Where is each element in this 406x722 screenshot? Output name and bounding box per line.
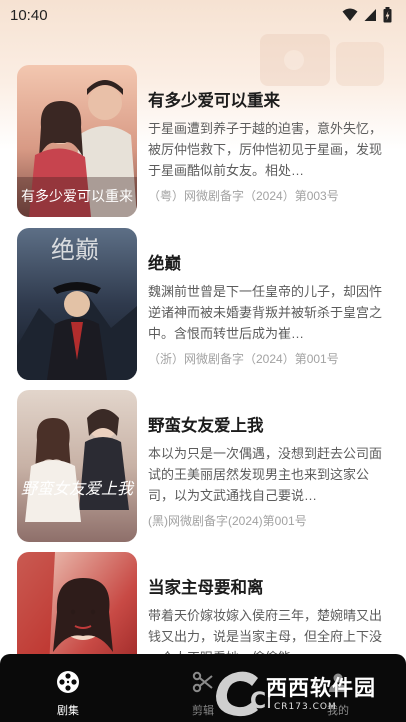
drama-card[interactable]: 有多少爱可以重来 有多少爱可以重来 于星画遭到养子于越的迫害，意外失忆，被厉仲恺… xyxy=(17,65,392,217)
poster-title-text: 有多少爱可以重来 xyxy=(21,188,133,205)
drama-card[interactable]: 绝巅 绝巅 魏渊前世曾是下一任皇帝的儿子，却因忤逆诸神而被未婚妻背叛并被斩杀于皇… xyxy=(17,228,392,380)
watermark-url: CR173.COM xyxy=(274,702,337,712)
drama-description: 带着天价嫁妆嫁入侯府三年，楚婉晴又出钱又出力，说是当家主母，但全府上下没一个人正… xyxy=(148,608,383,654)
drama-description: 于星画遭到养子于越的迫害，意外失忆，被厉仲恺救下，厉仲恺初见于星画，发现于星画酷… xyxy=(148,121,383,178)
nav-item-drama[interactable]: 剧集 xyxy=(28,654,108,722)
poster-image-icon: 绝巅 xyxy=(17,228,137,380)
drama-title[interactable]: 野蛮女友爱上我 xyxy=(148,412,388,436)
watermark-logo-icon: Cr xyxy=(216,671,270,717)
drama-poster[interactable]: 绝巅 xyxy=(17,228,137,380)
drama-license: （浙）网微剧备字（2024）第001号 xyxy=(148,352,339,366)
drama-card[interactable]: 野蛮女友爱上我 野蛮女友爱上我 本以为只是一次偶遇，没想到赶去公司面试的王美丽居… xyxy=(17,390,392,542)
drama-poster[interactable]: 有多少爱可以重来 xyxy=(17,65,137,217)
poster-title-text: 野蛮女友爱上我 xyxy=(21,479,135,498)
drama-title[interactable]: 当家主母要和离 xyxy=(148,574,388,598)
drama-poster[interactable]: 野蛮女友爱上我 xyxy=(17,390,137,542)
drama-info: 当家主母要和离 带着天价嫁妆嫁入侯府三年，楚婉晴又出钱又出力，说是当家主母，但全… xyxy=(148,552,388,654)
drama-title[interactable]: 绝巅 xyxy=(148,250,388,274)
drama-title[interactable]: 有多少爱可以重来 xyxy=(148,87,388,111)
drama-info: 有多少爱可以重来 于星画遭到养子于越的迫害，意外失忆，被厉仲恺救下，厉仲恺初见于… xyxy=(148,65,388,204)
drama-poster[interactable] xyxy=(17,552,137,654)
drama-card[interactable]: 当家主母要和离 带着天价嫁妆嫁入侯府三年，楚婉晴又出钱又出力，说是当家主母，但全… xyxy=(17,552,392,654)
drama-license: （粤）网微剧备字（2024）第003号 xyxy=(148,189,339,203)
poster-image-icon xyxy=(17,552,137,654)
watermark-brand: 西西软件园 xyxy=(266,676,376,700)
nav-label: 剧集 xyxy=(57,705,79,717)
drama-info: 绝巅 魏渊前世曾是下一任皇帝的儿子，却因忤逆诸神而被未婚妻背叛并被斩杀于皇宫之中… xyxy=(148,228,388,367)
drama-description: 魏渊前世曾是下一任皇帝的儿子，却因忤逆诸神而被未婚妻背叛并被斩杀于皇宫之中。含恨… xyxy=(148,284,383,341)
drama-list[interactable]: 有多少爱可以重来 有多少爱可以重来 于星画遭到养子于越的迫害，意外失忆，被厉仲恺… xyxy=(0,0,406,654)
drama-description: 本以为只是一次偶遇，没想到赶去公司面试的王美丽居然发现男主也来到这家公司，以为文… xyxy=(148,446,383,503)
poster-image-icon: 野蛮女友爱上我 xyxy=(17,390,137,542)
drama-license: (黑)网微剧备字(2024)第001号 xyxy=(148,514,307,528)
film-reel-icon xyxy=(57,671,79,693)
drama-info: 野蛮女友爱上我 本以为只是一次偶遇，没想到赶去公司面试的王美丽居然发现男主也来到… xyxy=(148,390,388,529)
watermark: Cr 西西软件园 CR173.COM xyxy=(210,668,400,720)
poster-image-icon: 有多少爱可以重来 xyxy=(17,65,137,217)
poster-title-text: 绝巅 xyxy=(51,236,99,264)
